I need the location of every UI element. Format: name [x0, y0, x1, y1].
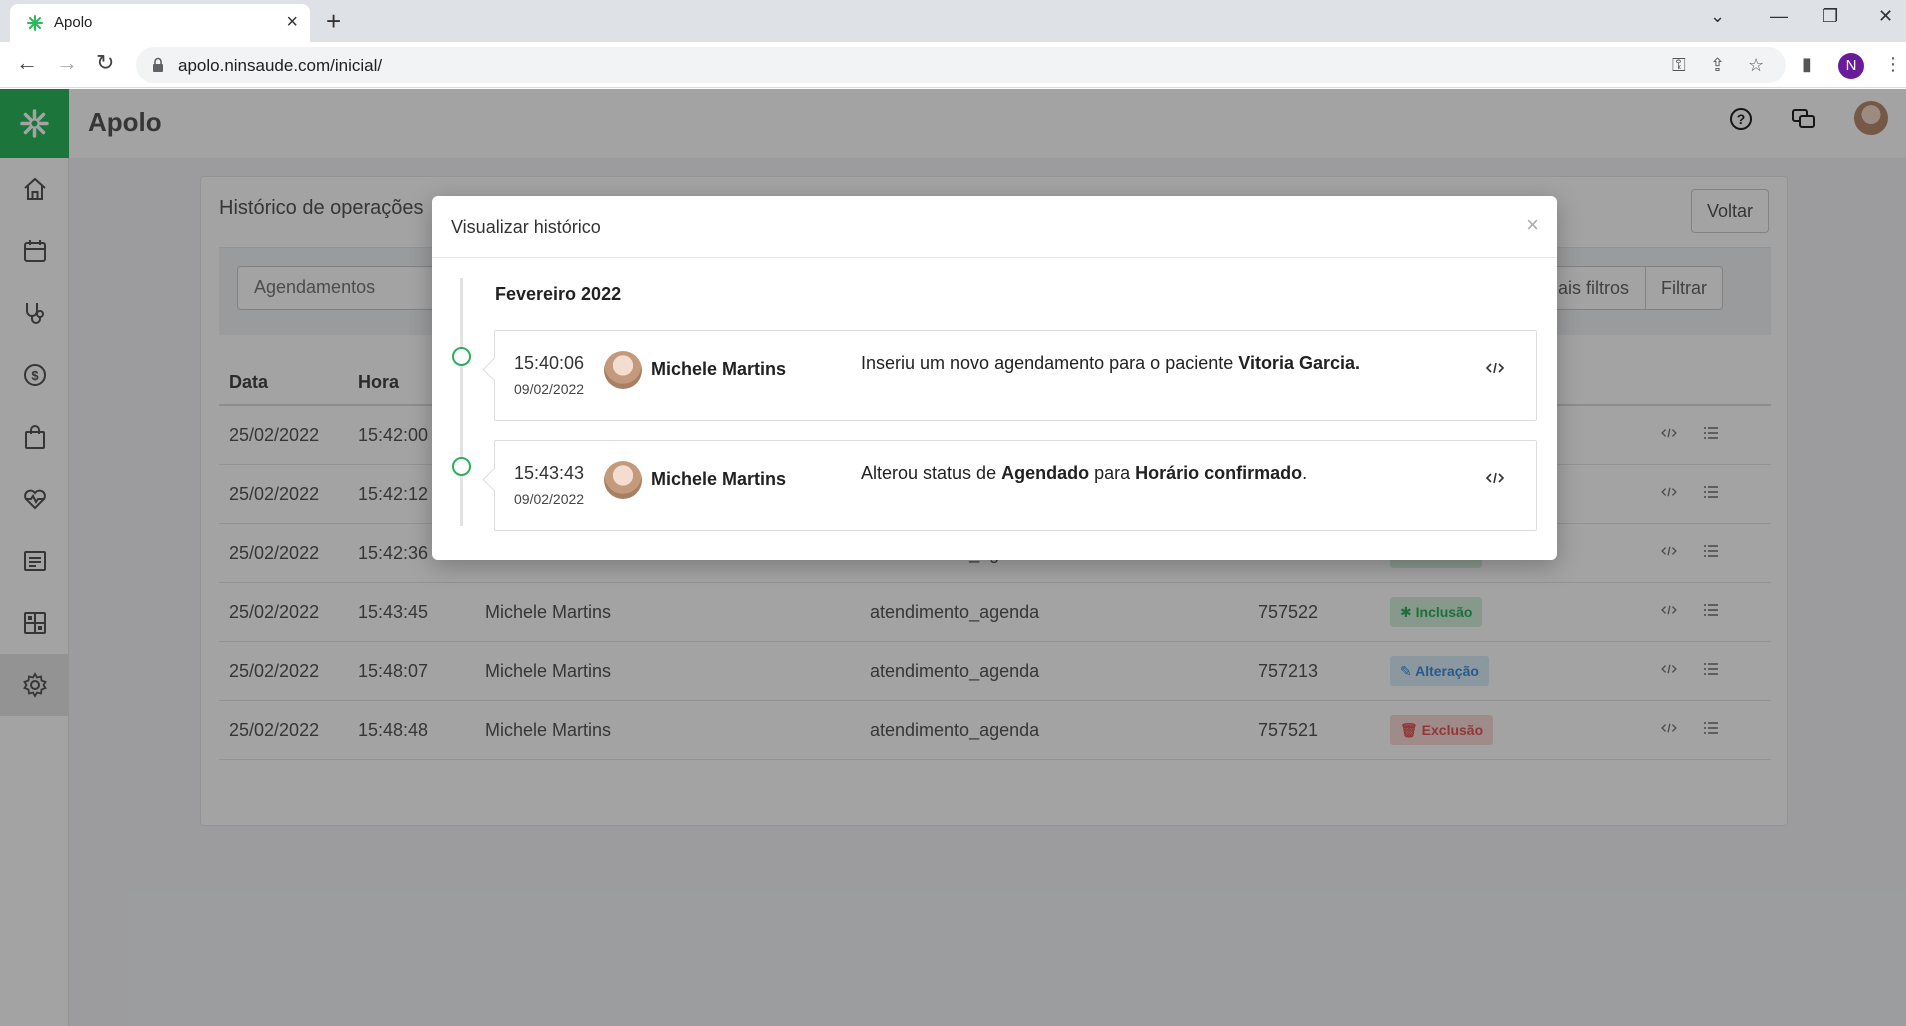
url-text: apolo.ninsaude.com/inicial/ [178, 56, 383, 75]
browser-menu-icon[interactable]: ⋮ [1884, 54, 1902, 75]
code-view-icon[interactable] [1486, 471, 1504, 485]
modal-header: Visualizar histórico × [432, 196, 1557, 258]
timeline-entry: 15:40:06 09/02/2022 Michele Martins Inse… [494, 330, 1537, 421]
entry-time: 15:40:06 [514, 353, 585, 373]
restore-icon[interactable]: ❐ [1822, 6, 1838, 27]
window-close-icon[interactable]: ✕ [1878, 6, 1893, 27]
tab-close-icon[interactable]: × [286, 11, 298, 34]
back-arrow-icon[interactable]: ← [16, 50, 38, 76]
profile-avatar[interactable]: N [1838, 53, 1864, 79]
forward-arrow-icon[interactable]: → [56, 50, 78, 76]
minimize-icon[interactable]: — [1770, 6, 1788, 27]
tab-title: Apolo [54, 14, 93, 31]
entry-time: 15:43:43 [514, 463, 585, 483]
timeline-dot [452, 347, 471, 366]
entry-user-avatar [604, 351, 642, 389]
entry-user: Michele Martins [651, 469, 787, 489]
lock-icon [153, 57, 163, 72]
code-view-icon[interactable] [1486, 361, 1504, 375]
tab-search-icon[interactable]: ⌄ [1710, 6, 1725, 27]
share-icon[interactable]: ⇪ [1710, 55, 1725, 76]
entry-user: Michele Martins [651, 359, 787, 379]
history-modal: Visualizar histórico × Fevereiro 2022 15… [432, 196, 1557, 560]
timeline-line [460, 278, 463, 526]
entry-date: 09/02/2022 [514, 491, 585, 507]
entry-description: Alterou status de Agendado para Horário … [861, 463, 1308, 483]
modal-close-icon[interactable]: × [1526, 212, 1539, 238]
browser-tab[interactable]: Apolo × [10, 4, 310, 42]
star-icon[interactable]: ☆ [1748, 55, 1764, 76]
entry-date: 09/02/2022 [514, 381, 585, 397]
timeline-dot [452, 457, 471, 476]
browser-toolbar: ← → ↻ apolo.ninsaude.com/inicial/ ⚿ ⇪ ☆ … [0, 42, 1906, 88]
browser-tabstrip: Apolo × + ⌄ — ❐ ✕ [0, 0, 1906, 42]
reload-icon[interactable]: ↻ [96, 50, 114, 76]
new-tab-icon[interactable]: + [326, 6, 341, 37]
apolo-favicon-icon [27, 15, 43, 31]
address-bar[interactable]: apolo.ninsaude.com/inicial/ ⚿ ⇪ ☆ [136, 47, 1786, 83]
entry-user-avatar [604, 461, 642, 499]
entry-description: Inseriu um novo agendamento para o pacie… [861, 353, 1360, 373]
timeline-entry: 15:43:43 09/02/2022 Michele Martins Alte… [494, 440, 1537, 531]
modal-title: Visualizar histórico [451, 217, 601, 237]
timeline-month: Fevereiro 2022 [495, 284, 622, 304]
side-panel-icon[interactable]: ▮ [1802, 54, 1812, 75]
key-icon[interactable]: ⚿ [1672, 55, 1686, 76]
